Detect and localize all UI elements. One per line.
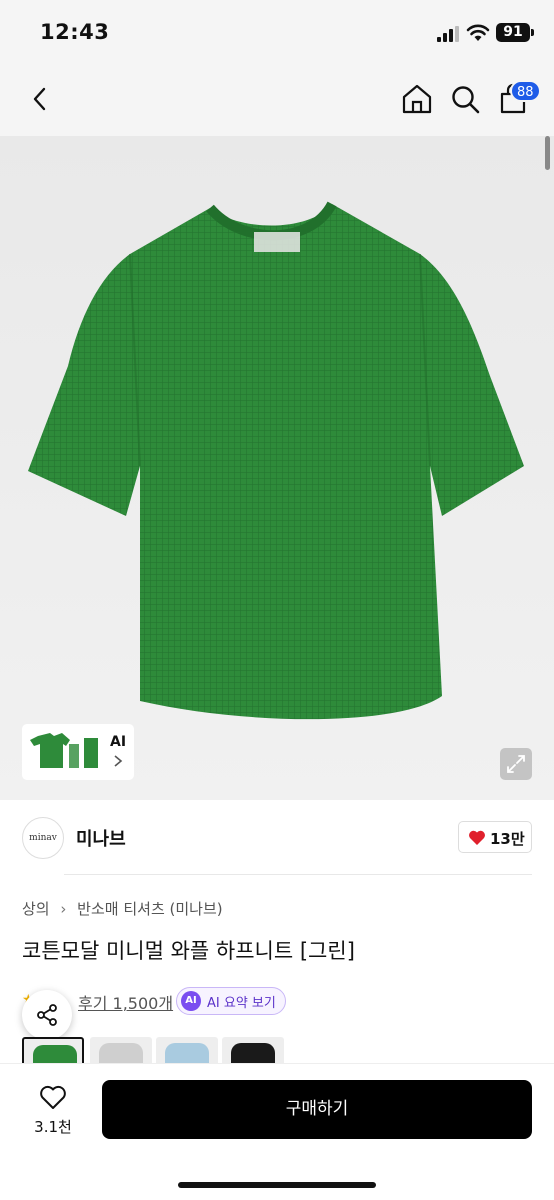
product-photo-green-knit-shirt: [28, 201, 524, 720]
home-indicator: [178, 1182, 376, 1188]
thumbnail-shirt-images: [30, 733, 98, 768]
color-swatch-list: [22, 1037, 532, 1063]
swatch-light-blue[interactable]: [156, 1037, 218, 1063]
wishlist-button[interactable]: 3.1천: [24, 1082, 82, 1142]
product-image-gallery[interactable]: AI: [0, 136, 554, 800]
buy-button[interactable]: 구매하기: [102, 1080, 532, 1139]
cart-count-badge: 88: [510, 80, 541, 102]
share-button[interactable]: [22, 990, 72, 1040]
wishlist-count: 3.1천: [34, 1118, 72, 1136]
ai-badge-icon: AI: [181, 991, 201, 1011]
battery-cap: [531, 29, 534, 36]
breadcrumb-subcategory[interactable]: 반소매 티셔츠 (미나브): [77, 898, 222, 919]
bottom-action-bar: 3.1천 구매하기: [0, 1063, 554, 1200]
share-icon: [37, 1004, 57, 1026]
brand-like-count: 13만: [490, 830, 525, 848]
ai-summary-button[interactable]: AI AI 요약 보기: [176, 987, 286, 1015]
search-icon[interactable]: [448, 82, 482, 116]
back-icon[interactable]: [24, 82, 58, 116]
divider: [64, 874, 532, 875]
heart-filled-icon: [469, 830, 485, 845]
swatch-black[interactable]: [222, 1037, 284, 1063]
chevron-right-icon: [114, 755, 123, 767]
swatch-shirt-light-gray: [99, 1043, 143, 1063]
brand-like-button[interactable]: 13만: [458, 821, 532, 853]
home-icon[interactable]: [400, 82, 434, 116]
brand-row: minav 미나브 13만: [0, 800, 554, 874]
swatch-green[interactable]: [22, 1037, 84, 1063]
review-row: ★★ 후기 1,500개 AI AI 요약 보기: [22, 987, 532, 1015]
swatch-shirt-light-blue: [165, 1043, 209, 1063]
review-count-link[interactable]: 후기 1,500개: [78, 990, 173, 1014]
wifi-icon: [466, 24, 490, 41]
top-nav-bar: [0, 66, 554, 136]
brand-logo[interactable]: minav: [22, 817, 64, 859]
expand-icon: [507, 755, 525, 773]
cellular-signal-icon: [437, 26, 459, 42]
expand-image-button[interactable]: [500, 748, 532, 780]
swatch-shirt-green: [33, 1045, 77, 1063]
ai-summary-label: AI 요약 보기: [207, 996, 276, 1011]
brand-name[interactable]: 미나브: [76, 825, 126, 851]
swatch-shirt-black: [231, 1043, 275, 1063]
ai-label: AI: [110, 734, 127, 750]
breadcrumb-category[interactable]: 상의: [22, 898, 50, 919]
status-time: 12:43: [40, 20, 110, 44]
status-bar: 12:43 91: [0, 0, 554, 66]
product-title: 코튼모달 미니멀 와플 하프니트 [그린]: [22, 939, 355, 963]
swatch-light-gray[interactable]: [90, 1037, 152, 1063]
chevron-right-icon: ›: [60, 899, 67, 918]
battery-level: 91: [496, 23, 530, 42]
image-thumbnail-strip[interactable]: AI: [22, 724, 134, 780]
heart-outline-icon: [40, 1085, 66, 1109]
breadcrumb: 상의 › 반소매 티셔츠 (미나브): [22, 898, 223, 919]
